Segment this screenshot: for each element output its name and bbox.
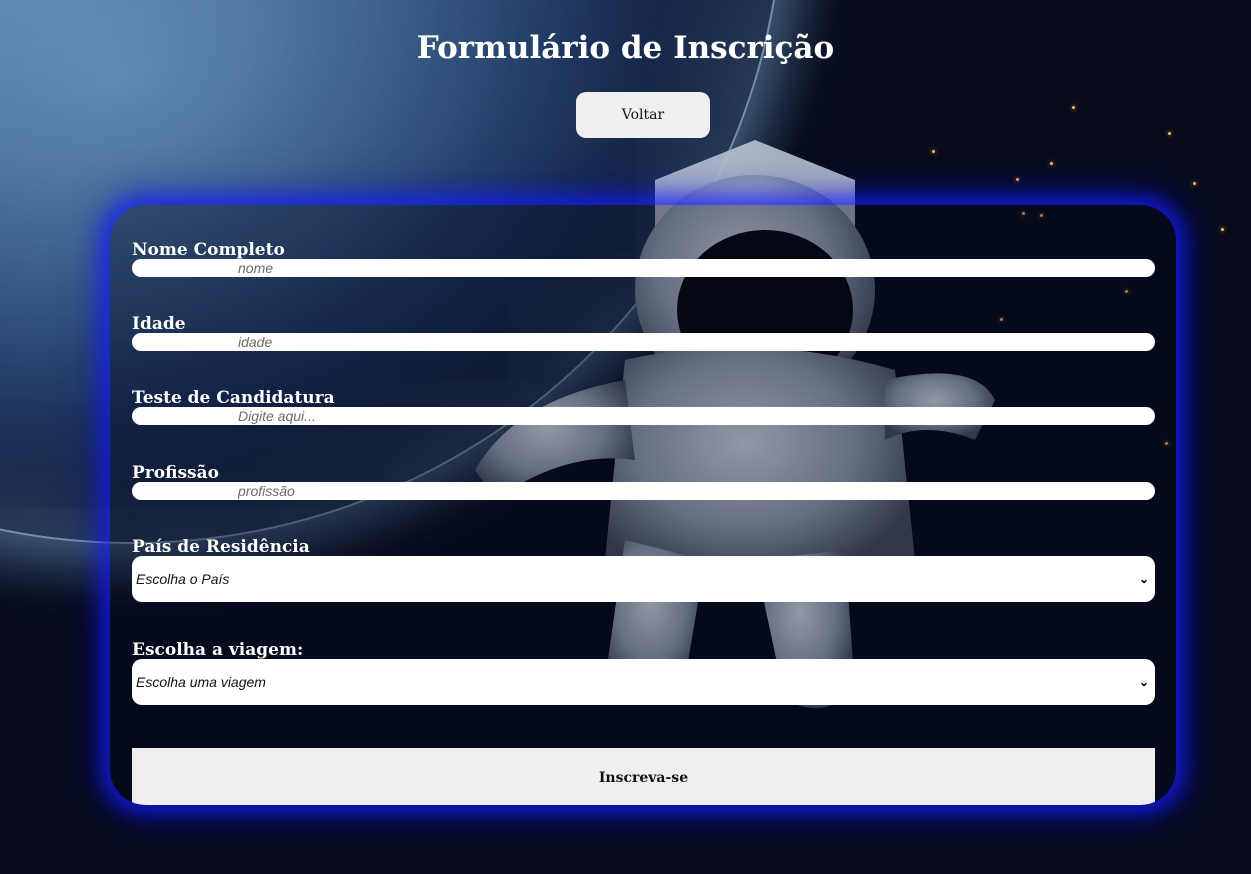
- full-name-input[interactable]: [132, 259, 1155, 277]
- chevron-down-icon: ⌄: [1138, 675, 1149, 689]
- country-select[interactable]: Escolha o País ⌄: [132, 556, 1155, 602]
- field-country: País de Residência Escolha o País ⌄: [132, 538, 1155, 602]
- submit-button[interactable]: Inscreva-se: [132, 748, 1155, 805]
- trip-label: Escolha a viagem:: [132, 640, 304, 660]
- page-title: Formulário de Inscrição: [416, 30, 835, 66]
- trip-select-value: Escolha uma viagem: [136, 674, 266, 690]
- country-select-value: Escolha o País: [136, 571, 230, 587]
- star: [1168, 132, 1171, 135]
- full-name-label: Nome Completo: [132, 240, 285, 260]
- field-full-name: Nome Completo: [132, 241, 1155, 277]
- age-label: Idade: [132, 314, 186, 334]
- signup-form: Nome Completo Idade Teste de Candidatura…: [110, 205, 1176, 805]
- star: [1221, 228, 1224, 231]
- star: [1050, 162, 1053, 165]
- profession-input[interactable]: [132, 482, 1155, 500]
- star: [1072, 106, 1075, 109]
- star: [1016, 178, 1019, 181]
- field-trip: Escolha a viagem: Escolha uma viagem ⌄: [132, 641, 1155, 705]
- field-profession: Profissão: [132, 464, 1155, 500]
- trip-select[interactable]: Escolha uma viagem ⌄: [132, 659, 1155, 705]
- profession-label: Profissão: [132, 463, 219, 483]
- field-application-test: Teste de Candidatura: [132, 389, 1155, 425]
- application-test-label: Teste de Candidatura: [132, 388, 335, 408]
- field-age: Idade: [132, 315, 1155, 351]
- application-test-input[interactable]: [132, 407, 1155, 425]
- star: [1193, 182, 1196, 185]
- age-input[interactable]: [132, 333, 1155, 351]
- country-label: País de Residência: [132, 537, 310, 557]
- back-button[interactable]: Voltar: [576, 92, 710, 138]
- chevron-down-icon: ⌄: [1138, 572, 1149, 586]
- star: [932, 150, 935, 153]
